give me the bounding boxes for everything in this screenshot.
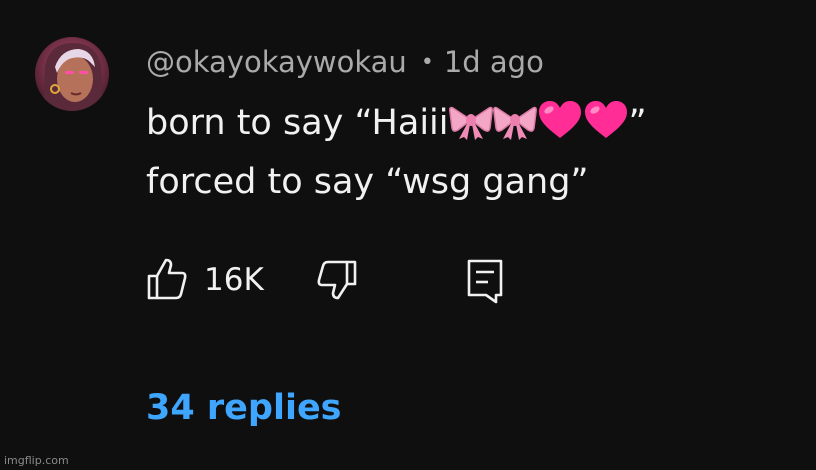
pink-heart-emoji-icon xyxy=(537,100,583,151)
thumbs-down-icon[interactable] xyxy=(316,258,358,302)
comment-text-1-end: ” xyxy=(628,103,647,143)
like-count: 16K xyxy=(204,262,264,298)
avatar[interactable] xyxy=(35,37,109,111)
pink-heart-emoji-icon xyxy=(583,100,629,151)
avatar-image xyxy=(35,37,109,111)
thumbs-up-icon[interactable] xyxy=(146,256,188,300)
comment-actions: 16K xyxy=(146,256,526,304)
timestamp: 1d ago xyxy=(443,45,544,79)
replies-link[interactable]: 34 replies xyxy=(146,386,342,430)
comment-header: @okayokaywokau • 1d ago xyxy=(146,44,544,80)
ribbon-emoji-icon xyxy=(448,102,493,151)
comment-line-1: born to say “Haiii ” xyxy=(146,100,647,151)
ribbon-emoji-icon xyxy=(492,102,537,151)
author-handle[interactable]: @okayokaywokau xyxy=(146,45,407,79)
watermark: imgflip.com xyxy=(4,454,69,467)
reply-comment-icon[interactable] xyxy=(466,258,506,304)
comment-text-1: born to say “Haiii xyxy=(146,103,449,143)
comment-card: @okayokaywokau • 1d ago born to say “Haiii xyxy=(0,0,816,470)
separator-dot: • xyxy=(420,50,434,75)
comment-line-2: forced to say “wsg gang” xyxy=(146,162,589,202)
